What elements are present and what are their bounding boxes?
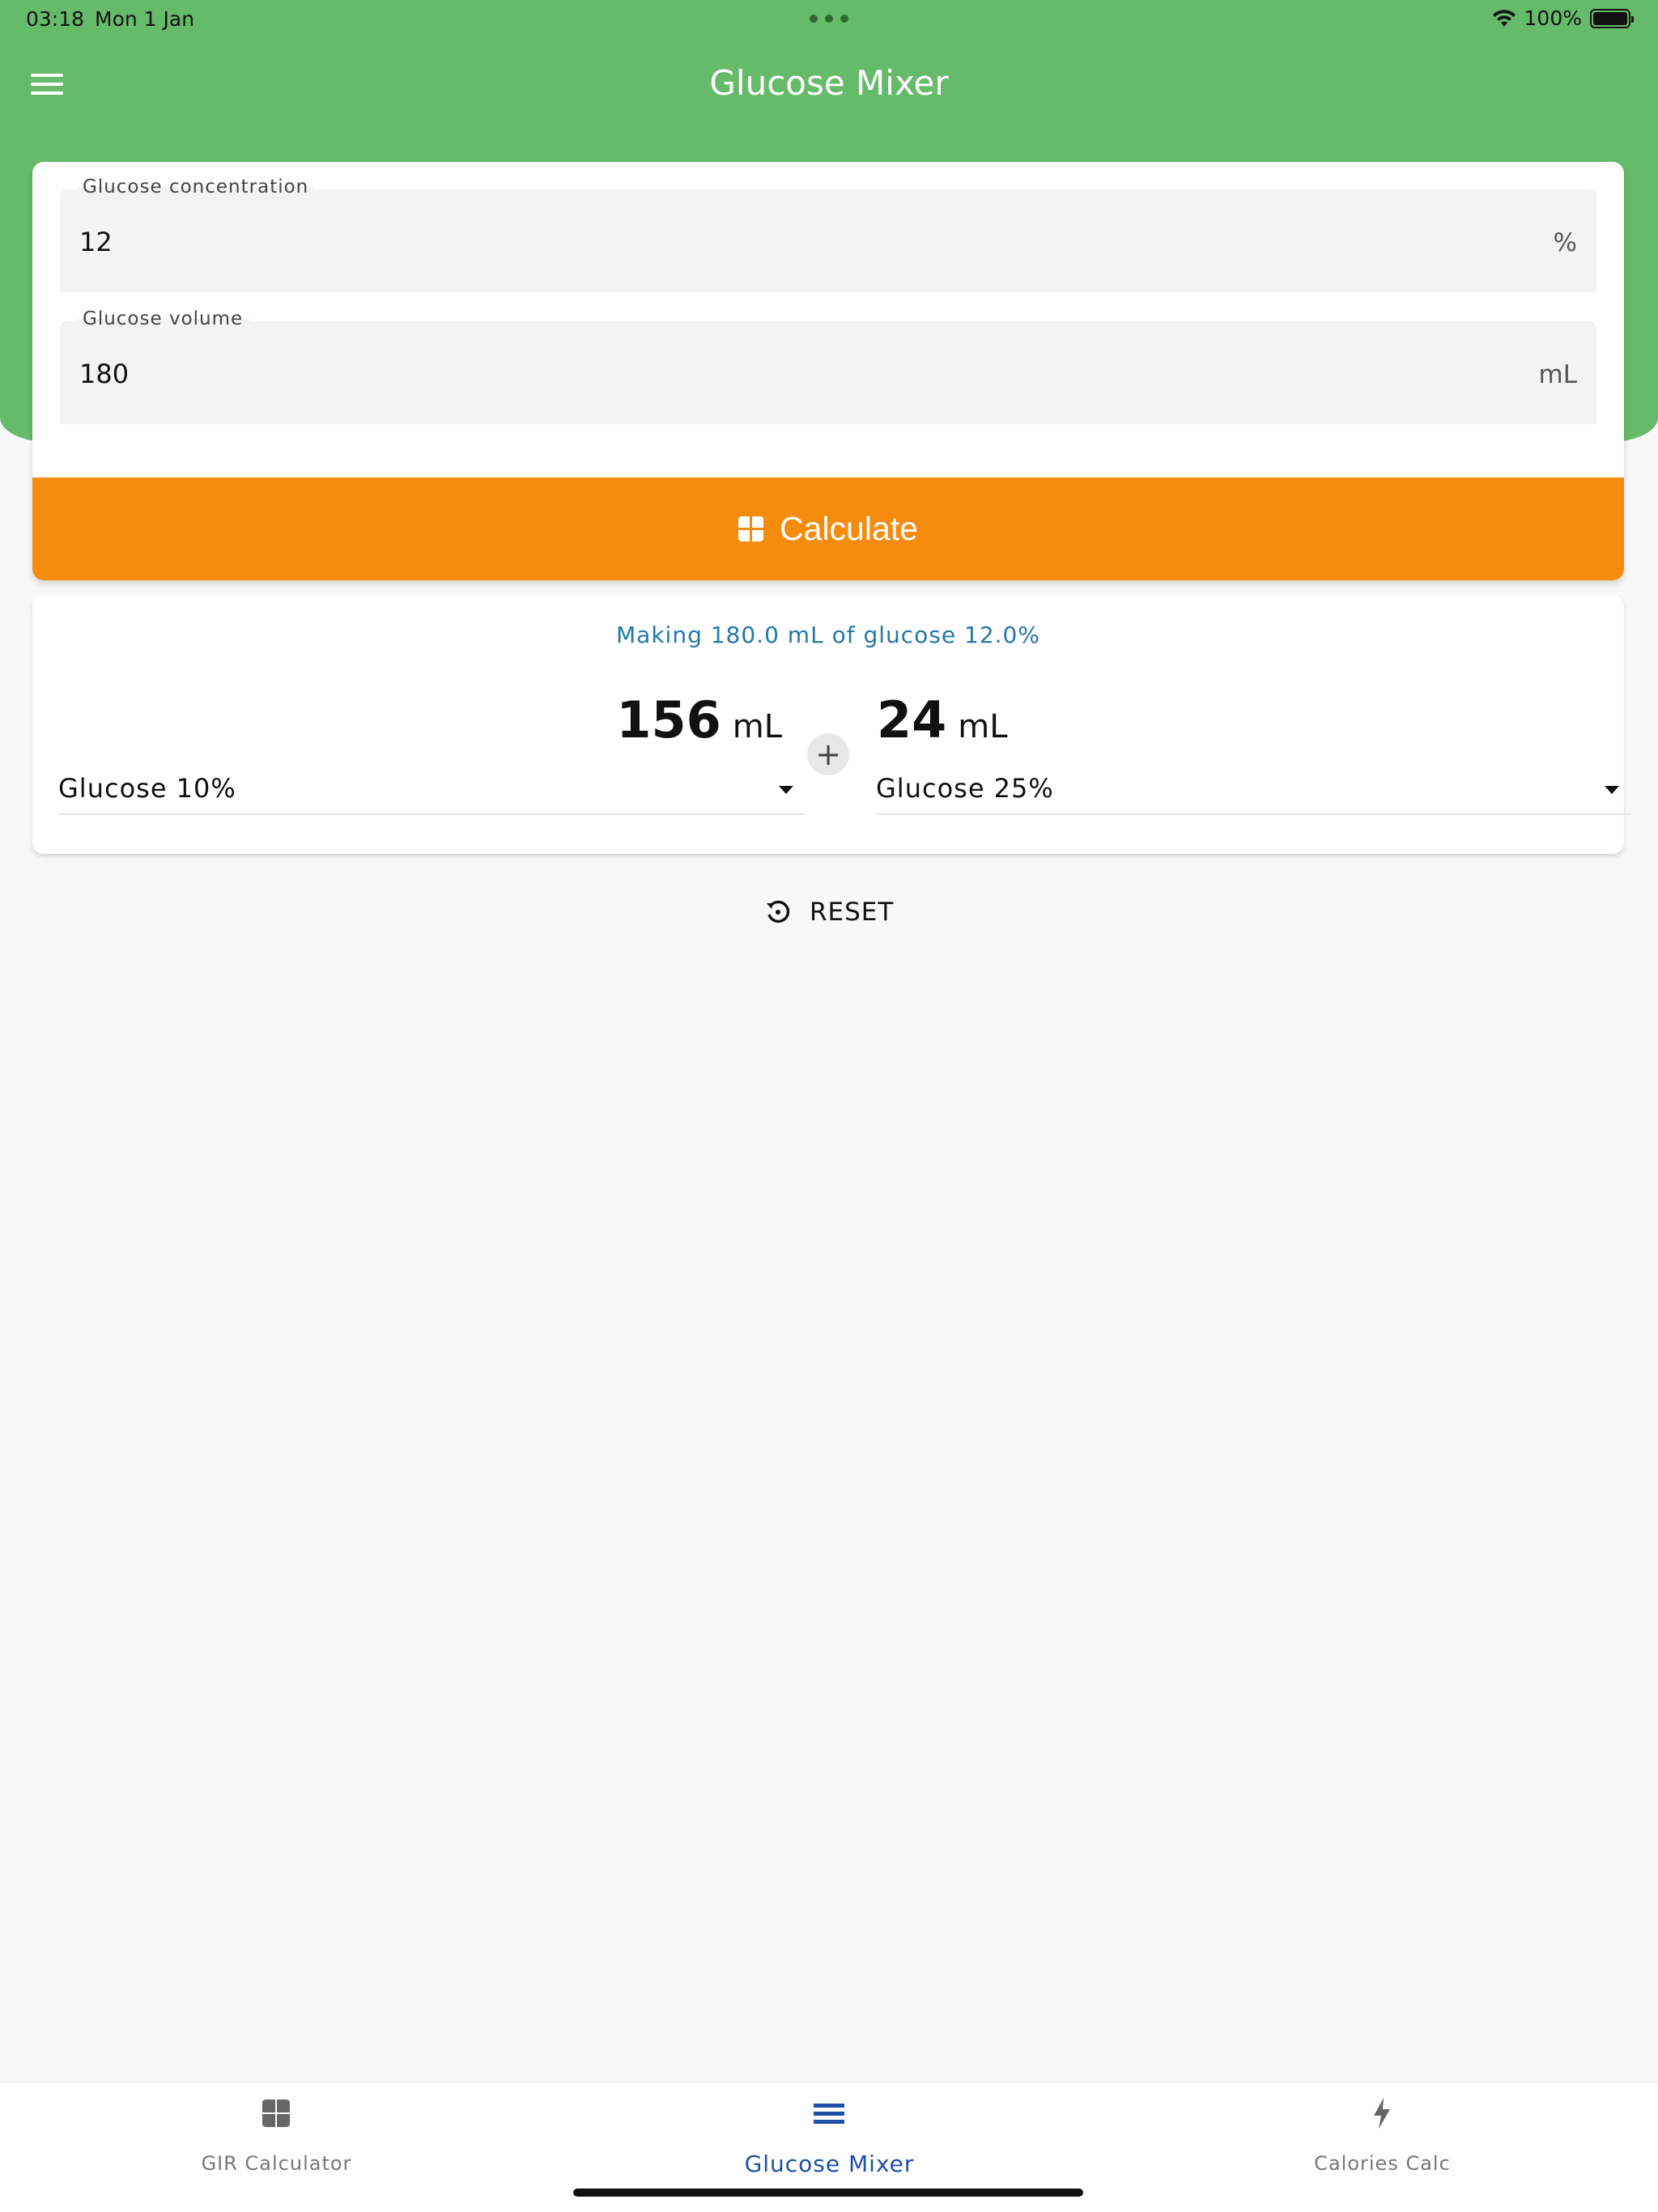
status-date: Mon 1 Jan	[95, 7, 195, 31]
caret-down-icon	[1605, 786, 1619, 794]
reset-button[interactable]: RESET	[764, 890, 894, 934]
left-solution-select[interactable]: Glucose 10%	[58, 765, 805, 815]
left-amount-value: 156	[616, 690, 721, 749]
right-amount-value: 24	[877, 690, 947, 749]
calculator-icon	[262, 2099, 290, 2127]
left-solution-label: Glucose 10%	[58, 773, 236, 804]
status-time: 03:18	[26, 7, 85, 31]
result-summary: Making 180.0 mL of glucose 12.0%	[616, 622, 1040, 648]
right-solution-label: Glucose 25%	[876, 773, 1054, 804]
glucose-concentration-label: Glucose concentration	[78, 176, 316, 197]
plus-icon: +	[807, 733, 849, 775]
bolt-icon	[1374, 2098, 1390, 2129]
list-icon	[814, 2099, 844, 2128]
input-card: Glucose concentration 12 % Glucose volum…	[32, 162, 1624, 580]
left-amount: 156 mL	[616, 690, 782, 749]
nav-label-glucose-mixer: Glucose Mixer	[744, 2150, 915, 2177]
battery-percent: 100%	[1524, 6, 1582, 30]
app-bar: Glucose Mixer	[0, 39, 1658, 129]
glucose-concentration-input[interactable]: 12	[79, 227, 113, 257]
glucose-volume-unit: mL	[1538, 360, 1577, 389]
caret-down-icon	[779, 786, 793, 794]
calculate-button[interactable]: Calculate	[32, 478, 1624, 580]
nav-item-calories-calc[interactable]: Calories Calc	[1106, 2083, 1658, 2212]
page-title: Glucose Mixer	[709, 63, 949, 103]
home-indicator[interactable]	[573, 2189, 1083, 2197]
glucose-concentration-field[interactable]: Glucose concentration 12 %	[60, 176, 1596, 292]
right-solution-select[interactable]: Glucose 25%	[876, 765, 1630, 815]
battery-icon	[1590, 8, 1634, 28]
result-card: Making 180.0 mL of glucose 12.0% 156 mL +…	[32, 595, 1630, 854]
right-amount-unit: mL	[958, 708, 1008, 745]
right-amount: 24 mL	[877, 690, 1008, 749]
reset-label: RESET	[810, 898, 895, 927]
glucose-volume-field[interactable]: Glucose volume 180 mL	[60, 308, 1596, 424]
multitasking-dots-icon[interactable]	[810, 15, 848, 24]
nav-item-gir-calculator[interactable]: GIR Calculator	[0, 2083, 553, 2212]
left-amount-unit: mL	[732, 708, 782, 745]
nav-label-calories-calc: Calories Calc	[1314, 2152, 1451, 2175]
history-reset-icon	[767, 900, 790, 923]
status-bar: 03:18 Mon 1 Jan 100%	[0, 0, 1658, 39]
glucose-volume-input[interactable]: 180	[79, 359, 129, 389]
glucose-volume-label: Glucose volume	[78, 308, 250, 329]
wifi-icon	[1492, 9, 1516, 27]
calculate-label: Calculate	[780, 510, 918, 547]
glucose-concentration-unit: %	[1553, 228, 1577, 257]
nav-label-gir-calculator: GIR Calculator	[201, 2152, 352, 2175]
status-indicators: 100%	[1492, 6, 1634, 30]
calculator-icon	[738, 516, 764, 541]
battery-fill	[1593, 11, 1627, 25]
